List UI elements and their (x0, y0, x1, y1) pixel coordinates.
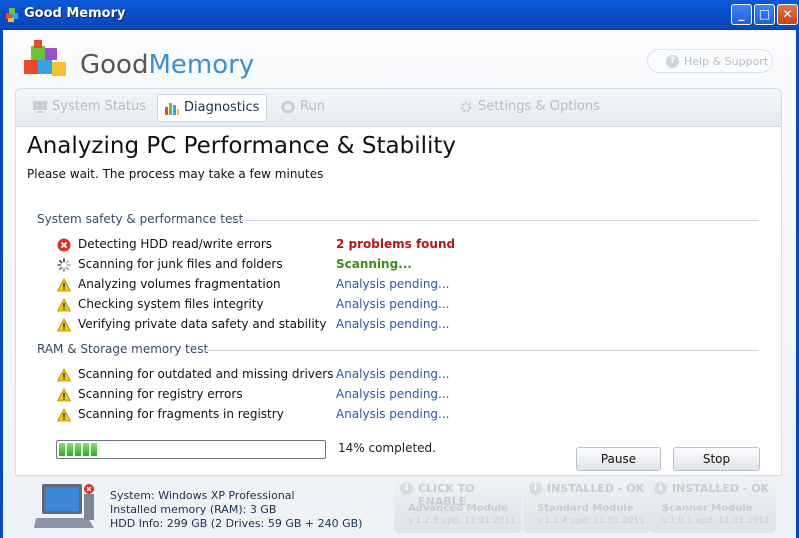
tab-diagnostics[interactable]: Diagnostics (157, 94, 267, 122)
progress-fill (59, 443, 97, 456)
check-status: Analysis pending... (336, 407, 450, 421)
module-scanner[interactable]: i INSTALLED - OK Scanner Module v.1.0.1 u… (648, 479, 776, 533)
spinner-icon (57, 258, 71, 272)
check-label: Scanning for outdated and missing driver… (78, 367, 334, 381)
check-status: Analysis pending... (336, 317, 450, 331)
check-label: Scanning for registry errors (78, 387, 243, 401)
error-icon (57, 238, 71, 252)
check-status: Analysis pending... (336, 387, 450, 401)
stop-button[interactable]: Stop (673, 447, 760, 471)
progress-block (83, 443, 89, 456)
module-name: Advanced Module (408, 503, 508, 514)
check-row: Scanning for fragments in registry Analy… (57, 406, 757, 424)
tab-system-status[interactable]: System Status (30, 94, 150, 122)
pause-button[interactable]: Pause (576, 447, 661, 471)
section-title: System safety & performance test (37, 212, 244, 226)
brand-part1: Good (80, 50, 149, 80)
check-label: Scanning for junk files and folders (78, 257, 283, 271)
module-advanced[interactable]: i CLICK TO ENABLE Advanced Module v.1.2.3… (394, 479, 522, 533)
close-button[interactable]: ✕ (777, 4, 798, 25)
warning-icon (57, 368, 71, 382)
module-name: Standard Module (537, 503, 634, 514)
check-status: Analysis pending... (336, 367, 450, 381)
settings-icon (460, 101, 472, 113)
monitor-icon (33, 101, 47, 113)
minimize-icon: _ (738, 7, 745, 21)
bar-chart-icon (165, 103, 179, 115)
window-title: Good Memory (24, 6, 126, 21)
check-status: Scanning... (336, 257, 412, 271)
module-status: INSTALLED - OK (547, 482, 645, 495)
info-icon: i (400, 482, 413, 495)
warning-icon (57, 318, 71, 332)
module-version: v.1.2.3 upd: 11.01.2011 (408, 516, 516, 526)
app-icon (6, 8, 18, 22)
check-label: Analyzing volumes fragmentation (78, 277, 281, 291)
tab-label: Diagnostics (184, 100, 260, 115)
warning-icon (57, 388, 71, 402)
help-label: Help & Support (684, 55, 769, 68)
module-standard[interactable]: i INSTALLED - OK Standard Module v.1.2.4 … (523, 479, 651, 533)
check-status: Analysis pending... (336, 297, 450, 311)
check-label: Checking system files integrity (78, 297, 264, 311)
check-label: Detecting HDD read/write errors (78, 237, 273, 251)
progress-block (75, 443, 81, 456)
progress-block (59, 443, 65, 456)
check-status: Analysis pending... (336, 277, 450, 291)
title-bar[interactable]: Good Memory _ □ ✕ (0, 0, 799, 30)
divider (205, 350, 759, 351)
progress-block (91, 443, 97, 456)
warning-icon (57, 278, 71, 292)
check-row: Verifying private data safety and stabil… (57, 316, 757, 334)
page-subtitle: Please wait. The process may take a few … (27, 167, 324, 181)
section-title: RAM & Storage memory test (37, 342, 209, 356)
minimize-button[interactable]: _ (731, 4, 752, 25)
progress-bar (56, 440, 326, 459)
module-version: v.1.0.1 upd: 11.01.2011 (662, 516, 770, 526)
page-title: Analyzing PC Performance & Stability (27, 133, 457, 159)
check-label: Verifying private data safety and stabil… (78, 317, 327, 331)
brand-name: GoodMemory (80, 50, 254, 80)
check-row: Scanning for registry errors Analysis pe… (57, 386, 757, 404)
maximize-icon: □ (758, 7, 771, 21)
logo-icon (24, 40, 66, 76)
help-support-button[interactable]: ? Help & Support (647, 49, 773, 73)
module-status: INSTALLED - OK (672, 482, 770, 495)
check-status: 2 problems found (336, 237, 456, 251)
progress-text: 14% completed. (338, 441, 436, 455)
tab-label: System Status (52, 99, 147, 114)
module-version: v.1.2.4 upd: 11.01.2011 (537, 516, 645, 526)
system-os: System: Windows XP Professional (110, 489, 295, 502)
tab-run-defragmentation[interactable]: Run Defragmentation (278, 94, 438, 140)
check-row: Scanning for junk files and folders Scan… (57, 256, 757, 274)
warning-icon (57, 408, 71, 422)
check-row: Analyzing volumes fragmentation Analysis… (57, 276, 757, 294)
divider (233, 220, 759, 221)
question-icon: ? (666, 55, 679, 68)
check-row: Scanning for outdated and missing driver… (57, 366, 757, 384)
info-icon: i (529, 482, 542, 495)
close-icon: ✕ (782, 7, 793, 21)
progress-block (67, 443, 73, 456)
gear-icon (281, 100, 295, 114)
check-row: Detecting HDD read/write errors 2 proble… (57, 236, 757, 254)
check-row: Checking system files integrity Analysis… (57, 296, 757, 314)
check-label: Scanning for fragments in registry (78, 407, 284, 421)
warning-icon (57, 298, 71, 312)
system-ram: Installed memory (RAM): 3 GB (110, 503, 277, 516)
brand-part2: Memory (148, 50, 255, 80)
info-icon: i (654, 482, 667, 495)
tab-settings-options[interactable]: Settings & Options (456, 94, 606, 122)
computer-icon (34, 484, 94, 528)
maximize-button[interactable]: □ (754, 4, 775, 25)
tab-label: Settings & Options (478, 99, 600, 114)
system-hdd: HDD Info: 299 GB (2 Drives: 59 GB + 240 … (110, 517, 363, 530)
module-name: Scanner Module (662, 503, 753, 514)
